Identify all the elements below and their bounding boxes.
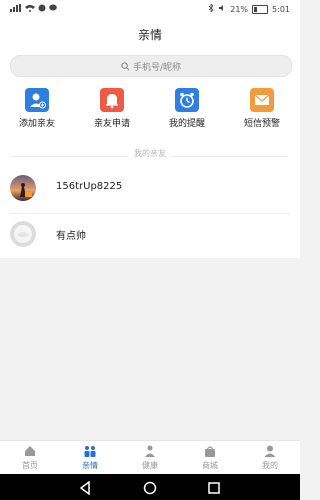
default-avatar xyxy=(10,221,36,247)
friend-name: 有点帅 xyxy=(56,231,86,242)
nav-home[interactable]: 首页 xyxy=(0,444,60,471)
quick-action-label: 添加亲友 xyxy=(18,119,55,129)
sms-alert-button[interactable]: 短信预警 xyxy=(232,88,292,129)
status-bar: 21% 5:01 xyxy=(0,0,300,18)
system-nav-bar xyxy=(0,474,300,500)
bell-icon xyxy=(100,88,124,112)
nav-label: 亲情 xyxy=(82,461,98,470)
nav-label: 健康 xyxy=(142,461,158,470)
signal-icon xyxy=(10,4,22,14)
home-icon xyxy=(23,444,37,458)
quick-action-label: 短信预警 xyxy=(243,119,280,129)
family-icon xyxy=(83,444,97,458)
health-icon xyxy=(143,444,157,458)
page-title: 亲情 xyxy=(137,28,162,42)
search-placeholder: 手机号/昵称 xyxy=(132,62,182,73)
alarm-clock-icon xyxy=(175,88,199,112)
family-panel: 亲情 手机号/昵称 添加亲友 亲友申请 我的提醒 短信预警 我的亲友 156tr… xyxy=(0,18,300,258)
status-left-icons xyxy=(10,4,57,14)
bottom-nav: 首页 亲情 健康 商城 我的 xyxy=(0,440,300,475)
friend-divider xyxy=(10,213,290,214)
battery-icon xyxy=(252,4,269,14)
status-right-icons: 21% 5:01 xyxy=(208,3,290,14)
recents-button[interactable] xyxy=(207,480,221,499)
section-title-text: 我的亲友 xyxy=(128,149,172,158)
photo-avatar xyxy=(10,175,36,201)
section-title: 我的亲友 xyxy=(0,148,300,159)
profile-icon xyxy=(263,444,277,458)
nav-label: 商城 xyxy=(202,461,218,470)
friend-name: 156trUp8225 xyxy=(56,181,123,192)
add-user-icon xyxy=(25,88,49,112)
nav-label: 首页 xyxy=(22,461,38,470)
home-button[interactable] xyxy=(143,480,157,499)
search-input[interactable]: 手机号/昵称 xyxy=(10,55,292,77)
nav-profile[interactable]: 我的 xyxy=(240,444,300,471)
message-icon xyxy=(49,4,57,14)
search-icon xyxy=(121,61,130,70)
my-reminders-button[interactable]: 我的提醒 xyxy=(157,88,217,129)
mute-icon xyxy=(218,4,226,14)
quick-action-label: 我的提醒 xyxy=(168,119,205,129)
nav-label: 我的 xyxy=(262,461,278,470)
friend-request-button[interactable]: 亲友申请 xyxy=(82,88,142,129)
recents-square-icon xyxy=(208,482,220,494)
battery-percent: 21% xyxy=(230,4,249,14)
nav-shop[interactable]: 商城 xyxy=(180,444,240,471)
quick-action-label: 亲友申请 xyxy=(93,119,130,129)
nav-family[interactable]: 亲情 xyxy=(60,444,120,471)
wifi-icon xyxy=(25,4,35,14)
notification-icon xyxy=(38,4,46,14)
envelope-icon xyxy=(250,88,274,112)
friend-item[interactable]: 有点帅 xyxy=(0,217,300,251)
quick-actions: 添加亲友 亲友申请 我的提醒 短信预警 xyxy=(0,88,300,138)
friend-item[interactable]: 156trUp8225 xyxy=(0,171,300,205)
nav-health[interactable]: 健康 xyxy=(120,444,180,471)
home-circle-icon xyxy=(143,481,157,495)
back-triangle-icon xyxy=(79,480,90,496)
add-friend-button[interactable]: 添加亲友 xyxy=(7,88,67,129)
shop-icon xyxy=(203,444,217,458)
back-button[interactable] xyxy=(78,480,92,499)
status-time: 5:01 xyxy=(272,4,290,14)
bluetooth-icon xyxy=(208,3,214,14)
